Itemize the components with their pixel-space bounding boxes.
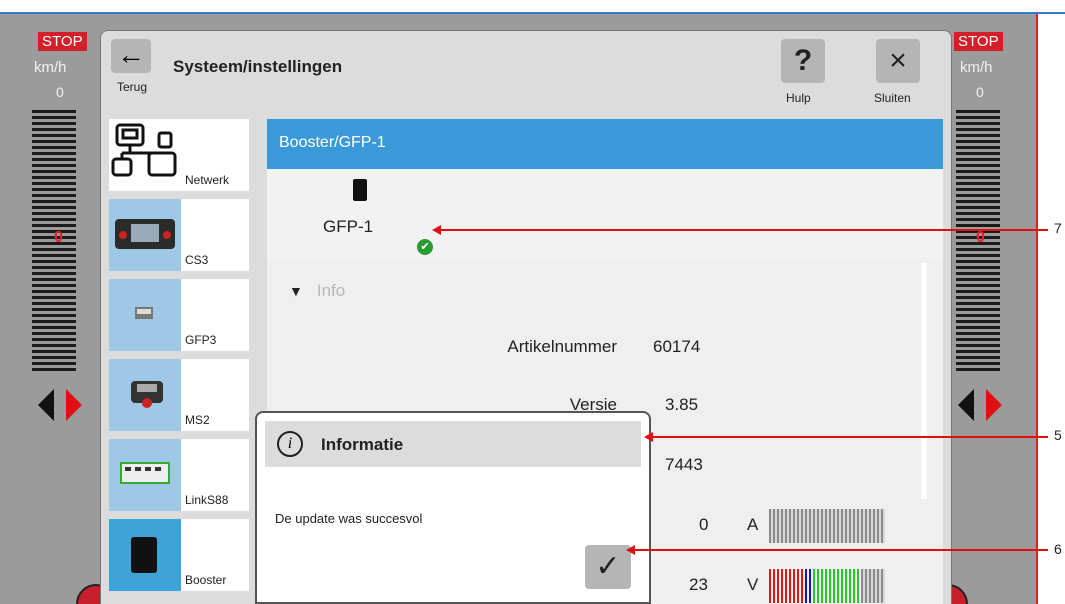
info-label: Info: [316, 281, 346, 300]
callout-line-7: [436, 229, 1048, 231]
callout-arrow-icon: [644, 432, 653, 442]
info-modal: i Informatie De update was succesvol ✓: [255, 411, 651, 604]
menu-label: CS3: [185, 253, 209, 267]
modal-message: De update was succesvol: [275, 511, 423, 526]
menu-label: LinkS88: [185, 493, 229, 507]
status-ok-icon: ✔: [417, 239, 433, 255]
close-button[interactable]: ×: [876, 39, 920, 83]
ms2-controller-icon: [109, 359, 181, 431]
direction-left-icon[interactable]: [38, 389, 54, 421]
menu-item-gfp3[interactable]: GFP3: [109, 279, 249, 351]
scrollbar[interactable]: [921, 263, 927, 499]
back-label: Terug: [117, 80, 148, 94]
speed-unit-right: km/h: [960, 59, 993, 76]
current-meter: [769, 509, 885, 543]
frame-edge: [1036, 14, 1038, 604]
callout-line-5: [648, 436, 1048, 438]
network-icon: [109, 119, 181, 191]
speed-indicator-left: 0: [54, 229, 63, 246]
menu-label: Netwerk: [185, 173, 230, 187]
stop-button-right[interactable]: STOP: [954, 32, 1003, 51]
callout-arrow-icon: [626, 545, 635, 555]
row-value-artikelnummer: 60174: [653, 337, 701, 356]
callout-line-6: [630, 549, 1048, 551]
close-label: Sluiten: [874, 91, 911, 105]
row-value-versie: 3.85: [665, 395, 699, 414]
modal-header: i Informatie: [265, 421, 641, 467]
callout-arrow-icon: [432, 225, 441, 235]
voltage-unit: V: [747, 575, 759, 594]
voltage-value: 23: [689, 575, 708, 594]
cs3-device-icon: [109, 199, 181, 271]
links88-module-icon: [109, 439, 181, 511]
row-value-count: 7443: [665, 455, 703, 474]
panel-header-title: Booster/GFP-1: [279, 134, 386, 151]
left-throttle: STOP km/h 0 0: [0, 14, 116, 604]
triangle-down-icon: ▼: [289, 283, 303, 299]
callout-label-5: 5: [1054, 427, 1062, 443]
booster-device-icon: [109, 519, 181, 591]
page-title: Systeem/instellingen: [173, 57, 343, 76]
current-value: 0: [699, 515, 709, 534]
menu-label: Booster: [185, 573, 227, 587]
direction-right-icon[interactable]: [986, 389, 1002, 421]
device-name: GFP-1: [323, 217, 374, 236]
menu-item-links88[interactable]: LinkS88: [109, 439, 249, 511]
booster-device-icon: [353, 179, 367, 201]
speed-indicator-right: 0: [976, 229, 985, 246]
info-icon: i: [277, 431, 303, 457]
speed-unit-left: km/h: [34, 59, 67, 76]
back-button[interactable]: ←: [111, 39, 151, 73]
menu-label: MS2: [185, 413, 210, 427]
speed-value-right: 0: [976, 84, 984, 100]
panel-header: Booster/GFP-1: [267, 119, 943, 169]
modal-title: Informatie: [321, 435, 404, 454]
callout-label-6: 6: [1054, 541, 1062, 557]
help-button[interactable]: ?: [781, 39, 825, 83]
speed-value-left: 0: [56, 84, 64, 100]
direction-left-icon[interactable]: [958, 389, 974, 421]
device-summary: GFP-1 ✔: [267, 169, 943, 259]
right-throttle: STOP km/h 0 0: [928, 14, 1036, 604]
voltage-meter: [769, 569, 885, 603]
row-label-artikelnummer: Artikelnummer: [507, 337, 617, 356]
stop-button-left[interactable]: STOP: [38, 32, 87, 51]
help-label: Hulp: [786, 91, 811, 105]
confirm-button[interactable]: ✓: [585, 545, 631, 589]
direction-right-icon[interactable]: [66, 389, 82, 421]
current-unit: A: [747, 515, 759, 534]
menu-item-ms2[interactable]: MS2: [109, 359, 249, 431]
menu-label: GFP3: [185, 333, 217, 347]
menu-item-netwerk[interactable]: Netwerk: [109, 119, 249, 191]
callout-label-7: 7: [1054, 220, 1062, 236]
menu-item-cs3[interactable]: CS3: [109, 199, 249, 271]
menu-item-booster[interactable]: Booster: [109, 519, 249, 591]
info-section-toggle[interactable]: ▼ Info: [289, 281, 345, 301]
gfp3-chip-icon: [109, 279, 181, 351]
